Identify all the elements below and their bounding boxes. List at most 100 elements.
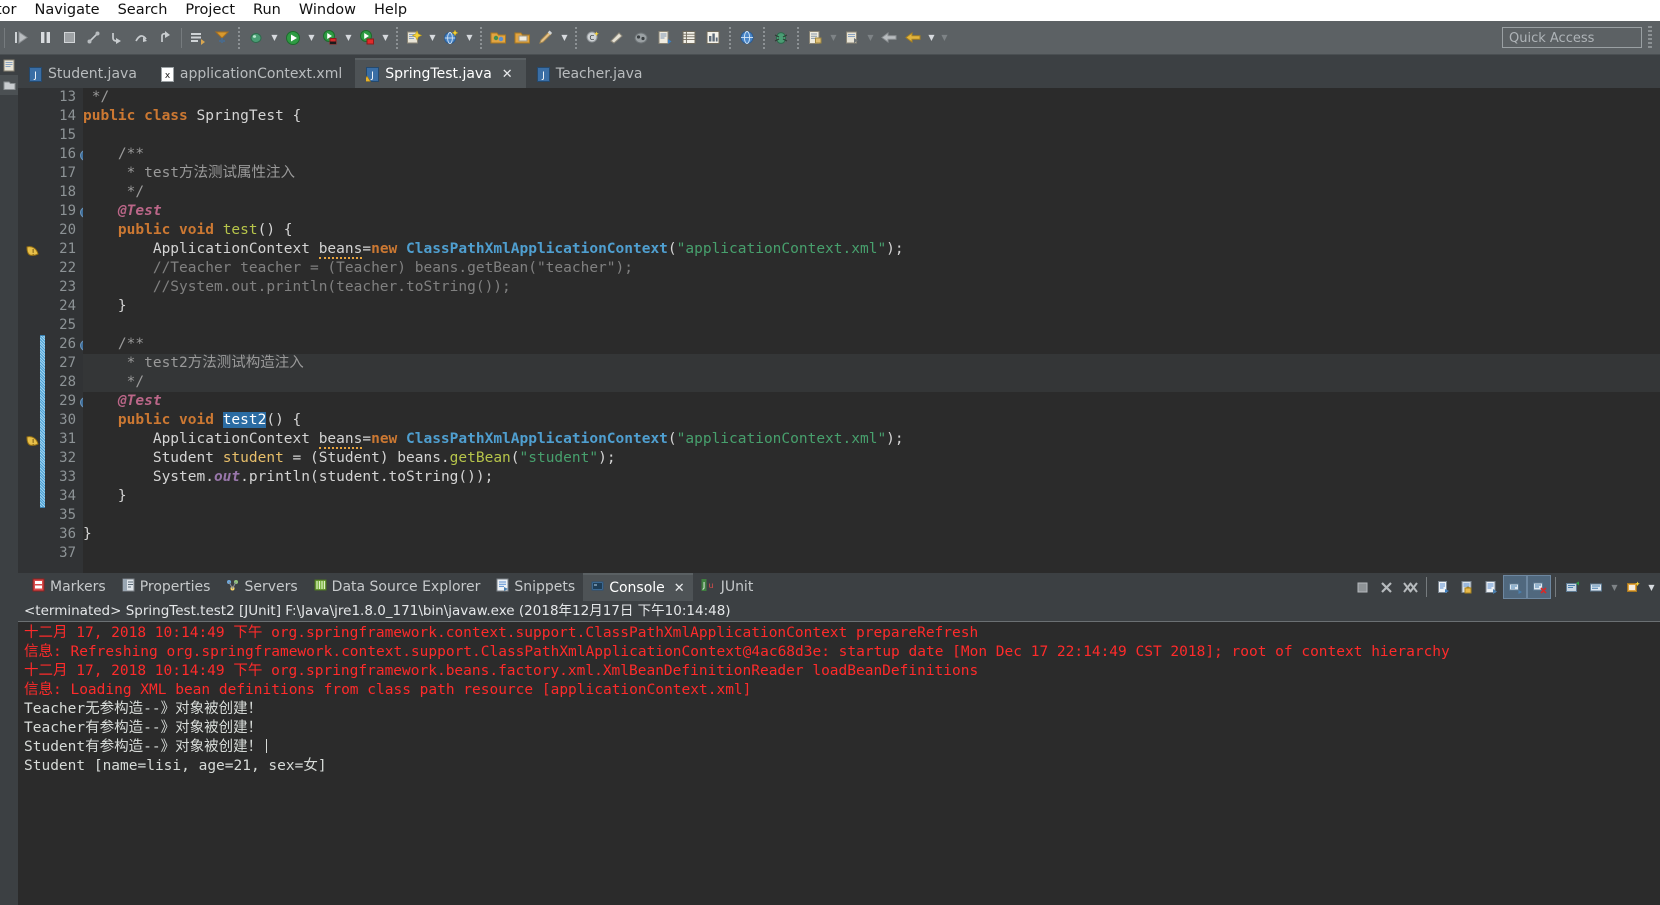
bottom-tab-servers[interactable]: Servers bbox=[218, 574, 305, 600]
external-tools-dropdown-icon[interactable]: ▼ bbox=[342, 26, 355, 50]
bottom-tab-snippets[interactable]: Snippets bbox=[488, 574, 583, 600]
clear-console-icon[interactable] bbox=[1432, 576, 1454, 598]
code-line[interactable]: } bbox=[83, 297, 1660, 316]
new-class-icon[interactable]: C bbox=[582, 26, 604, 50]
bottom-tab-junit[interactable]: Ju JUnit bbox=[693, 574, 762, 600]
display-selected-console-icon[interactable] bbox=[1561, 576, 1583, 598]
code-line[interactable]: @Test bbox=[83, 202, 1660, 221]
editor-tab-student-java[interactable]: J Student.java bbox=[18, 60, 150, 88]
publish-icon[interactable] bbox=[211, 26, 233, 50]
code-line[interactable] bbox=[83, 126, 1660, 145]
forward-dropdown-icon[interactable]: ▼ bbox=[925, 26, 938, 50]
search-globe-icon[interactable] bbox=[440, 26, 462, 50]
quick-fix-icon[interactable] bbox=[535, 26, 557, 50]
step-return-icon[interactable] bbox=[154, 26, 176, 50]
code-line[interactable]: Student student = (Student) beans.getBea… bbox=[83, 449, 1660, 468]
open-console-icon[interactable] bbox=[1585, 576, 1607, 598]
code-line[interactable]: } bbox=[83, 525, 1660, 544]
debug-dropdown-icon[interactable]: ▼ bbox=[268, 26, 281, 50]
new-package-icon[interactable] bbox=[606, 26, 628, 50]
back-icon[interactable] bbox=[878, 26, 900, 50]
new-report-icon[interactable] bbox=[654, 26, 676, 50]
open-console-dropdown-icon[interactable]: ▼ bbox=[1608, 575, 1621, 599]
code-line[interactable]: * test2方法测试构造注入 bbox=[83, 354, 1660, 373]
show-console-on-error-icon[interactable] bbox=[1527, 575, 1551, 599]
code-line[interactable]: public void test() { bbox=[83, 221, 1660, 240]
annotation-icon[interactable] bbox=[804, 26, 826, 50]
disconnect-icon[interactable] bbox=[82, 26, 104, 50]
new-dropdown-icon[interactable]: ▼ bbox=[426, 26, 439, 50]
previous-annotation-icon[interactable] bbox=[841, 26, 863, 50]
editor-marker-column[interactable]: !! bbox=[18, 88, 40, 573]
web-browser-icon[interactable] bbox=[736, 26, 758, 50]
remove-all-terminated-icon[interactable] bbox=[1399, 576, 1421, 598]
bottom-tab-properties[interactable]: Properties bbox=[114, 574, 219, 600]
code-line[interactable]: /** bbox=[83, 145, 1660, 164]
editor-code-area[interactable]: */ public class SpringTest { /** * test方法… bbox=[83, 88, 1660, 573]
code-editor[interactable]: !! 13 14 15 16 17 18 19 20 21 22 23 24 25 26 27 28 29 30 3… bbox=[18, 88, 1660, 573]
code-line[interactable]: /** bbox=[83, 335, 1660, 354]
menu-help[interactable]: Help bbox=[365, 0, 416, 21]
menu-navigate[interactable]: Navigate bbox=[26, 0, 109, 21]
code-line[interactable]: */ bbox=[83, 183, 1660, 202]
show-console-on-output-icon[interactable] bbox=[1503, 575, 1527, 599]
run-dropdown-icon[interactable]: ▼ bbox=[305, 26, 318, 50]
editor-tab-applicationcontext-xml[interactable]: x applicationContext.xml bbox=[150, 60, 355, 88]
remove-launch-icon[interactable] bbox=[1375, 576, 1397, 598]
new-console-view-icon[interactable] bbox=[1622, 576, 1644, 598]
terminate-icon[interactable] bbox=[58, 26, 80, 50]
scroll-lock-icon[interactable] bbox=[1456, 576, 1478, 598]
search-dropdown-icon[interactable]: ▼ bbox=[463, 26, 476, 50]
code-line[interactable] bbox=[83, 544, 1660, 563]
run-external-tools-icon[interactable] bbox=[319, 26, 341, 50]
pin-console-icon[interactable] bbox=[1480, 576, 1502, 598]
step-over-icon[interactable] bbox=[130, 26, 152, 50]
close-icon[interactable]: ✕ bbox=[502, 67, 513, 82]
menu-window[interactable]: Window bbox=[290, 0, 365, 21]
menu-run[interactable]: Run bbox=[244, 0, 290, 21]
code-line[interactable]: */ bbox=[83, 373, 1660, 392]
forward-icon[interactable] bbox=[902, 26, 924, 50]
suspend-icon[interactable] bbox=[34, 26, 56, 50]
bottom-tab-data-source-explorer[interactable]: Data Source Explorer bbox=[306, 574, 489, 600]
open-folder-icon[interactable] bbox=[487, 26, 509, 50]
code-line[interactable]: ApplicationContext beans=new ClassPathXm… bbox=[83, 240, 1660, 259]
code-line[interactable]: ApplicationContext beans=new ClassPathXm… bbox=[83, 430, 1660, 449]
editor-tab-springtest-java[interactable]: J SpringTest.java ✕ bbox=[355, 58, 526, 88]
quick-fix-dropdown-icon[interactable]: ▼ bbox=[558, 26, 571, 50]
code-line[interactable]: //Teacher teacher = (Teacher) beans.getB… bbox=[83, 259, 1660, 278]
chart-view-icon[interactable] bbox=[702, 26, 724, 50]
view-menu-icon[interactable]: ▼ bbox=[1645, 575, 1658, 599]
menu-editor-clipped[interactable]: tor bbox=[0, 0, 26, 21]
debug-icon[interactable] bbox=[245, 26, 267, 50]
table-view-icon[interactable] bbox=[678, 26, 700, 50]
editor-tab-teacher-java[interactable]: J Teacher.java bbox=[526, 60, 656, 88]
java-perspective-icon[interactable] bbox=[630, 26, 652, 50]
run-icon[interactable] bbox=[282, 26, 304, 50]
coverage-icon[interactable] bbox=[356, 26, 378, 50]
editor-warning-marker[interactable]: ! bbox=[18, 240, 40, 259]
close-icon[interactable]: ✕ bbox=[674, 581, 685, 596]
code-line[interactable] bbox=[83, 506, 1660, 525]
bottom-tab-console[interactable]: Console ✕ bbox=[583, 573, 693, 601]
code-line[interactable]: //System.out.println(teacher.toString())… bbox=[83, 278, 1660, 297]
extra-dropdown-icon[interactable]: ▼ bbox=[938, 26, 951, 50]
code-line[interactable]: @Test bbox=[83, 392, 1660, 411]
annotation-dropdown-icon[interactable]: ▼ bbox=[827, 26, 840, 50]
terminate-console-icon[interactable] bbox=[1351, 576, 1373, 598]
code-line[interactable]: */ bbox=[83, 88, 1660, 107]
console-output[interactable]: 十二月 17, 2018 10:14:49 下午 org.springframe… bbox=[18, 622, 1660, 905]
restore-outline-icon[interactable] bbox=[0, 75, 18, 95]
code-line[interactable]: * test方法测试属性注入 bbox=[83, 164, 1660, 183]
open-package-icon[interactable] bbox=[511, 26, 533, 50]
code-line[interactable]: public void test2() { bbox=[83, 411, 1660, 430]
skip-all-breakpoints-icon[interactable] bbox=[10, 26, 32, 50]
new-wizard-icon[interactable] bbox=[403, 26, 425, 50]
code-line[interactable]: } bbox=[83, 487, 1660, 506]
menu-project[interactable]: Project bbox=[176, 0, 244, 21]
code-line[interactable] bbox=[83, 316, 1660, 335]
menu-search[interactable]: Search bbox=[109, 0, 177, 21]
coverage-dropdown-icon[interactable]: ▼ bbox=[379, 26, 392, 50]
bottom-tab-markers[interactable]: Markers bbox=[24, 574, 114, 600]
toolbar-overflow-handle[interactable] bbox=[1648, 26, 1652, 50]
